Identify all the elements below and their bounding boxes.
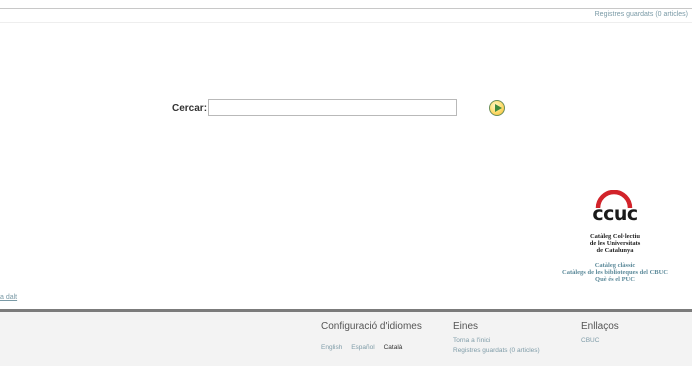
library-catalogs-link[interactable]: Catàlegs de les biblioteques del CBUC [540, 269, 690, 276]
search-label: Cercar: [172, 103, 208, 114]
search-go-button[interactable] [489, 100, 505, 116]
ccuc-logo: ccuc [592, 203, 638, 225]
ccuc-block: ccuc Catàleg Col·lectiu de les Universit… [540, 190, 690, 286]
lang-espanol[interactable]: Español [351, 344, 375, 351]
footer-saved-records-link[interactable]: Registres guardats (0 articles) [453, 346, 540, 356]
footer-languages: Configuració d'idiomes English Español C… [321, 321, 422, 354]
classic-catalog-link[interactable]: Catàleg clàssic [540, 262, 690, 269]
top-rule [0, 8, 692, 9]
ccuc-name-line: Catàleg Col·lectiu [589, 233, 640, 240]
header-divider [0, 22, 692, 23]
ccuc-links: Catàleg clàssic Catàlegs de les bibliote… [540, 262, 690, 283]
saved-records-link[interactable]: Registres guardats (0 articles) [595, 11, 688, 18]
footer-tools: Eines Torna a l'inici Registres guardats… [453, 321, 540, 356]
links-title: Enllaços [581, 321, 619, 332]
tools-title: Eines [453, 321, 479, 332]
ccuc-name-line: de les Universitats [589, 240, 641, 247]
go-arrow-icon [495, 104, 502, 112]
search-input[interactable] [208, 99, 457, 116]
lang-catala[interactable]: Català [384, 344, 403, 351]
lang-english[interactable]: English [321, 344, 342, 351]
languages-title: Configuració d'idiomes [321, 321, 422, 332]
ccuc-name: Catàleg Col·lectiu de les Universitats d… [540, 233, 690, 254]
footer: Configuració d'idiomes English Español C… [0, 312, 692, 366]
back-to-top-link[interactable]: a dalt [0, 294, 17, 301]
what-is-puc-link[interactable]: Què és el PUC [540, 276, 690, 283]
home-link[interactable]: Torna a l'inici [453, 336, 540, 346]
cbuc-link[interactable]: CBUC [581, 336, 619, 346]
search-bar: Cercar: [172, 99, 512, 119]
ccuc-name-line: de Catalunya [596, 247, 634, 254]
footer-links: Enllaços CBUC [581, 321, 619, 346]
